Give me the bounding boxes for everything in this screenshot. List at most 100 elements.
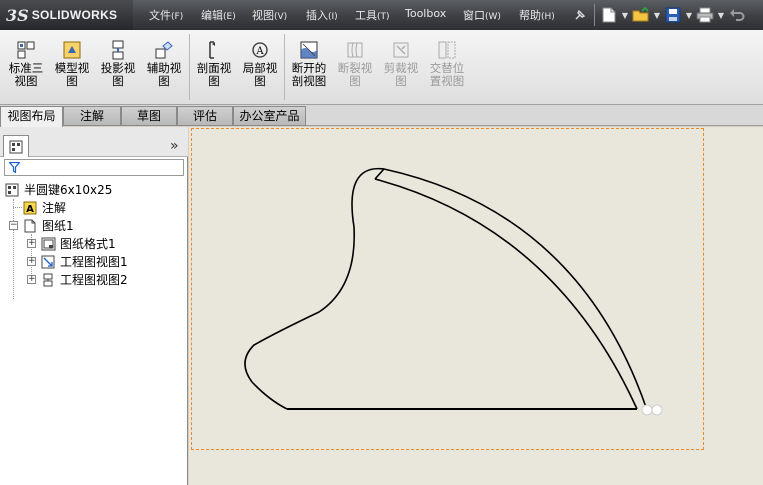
model-view-icon [63,41,81,59]
menu-toolbox[interactable]: Toolbox [405,7,446,20]
section-view-icon [209,41,215,59]
tree-item-sheet-format[interactable]: 图纸格式1 [40,235,116,252]
menu-accelerator: (F) [171,12,184,22]
menu-label: 插入 [306,9,328,22]
standard-3-view-icon [17,41,35,59]
button-label: 局部视 图 [242,61,278,88]
detail-view-icon: A [252,42,268,58]
toolbar-separator [189,34,190,100]
menu-label: 编辑 [201,9,223,22]
menu-label: Toolbox [405,7,447,20]
svg-text:A: A [255,46,264,57]
menu-edit[interactable]: 编辑(E) [201,7,236,23]
break-view-button[interactable]: 断裂视 图 [333,40,377,96]
chevron-down-icon[interactable]: ▼ [621,5,629,25]
svg-text:A: A [26,204,34,215]
title-menu-bar: 3S SOLIDWORKS 文件(F) 编辑(E) 视图(V) 插入(I) 工具… [0,0,763,30]
ds-logo-mark: 3S [6,5,29,25]
tree-item-drawing-view-2[interactable]: 工程图视图2 [40,271,128,288]
tab-annotation[interactable]: 注解 [63,106,121,126]
projected-view-button[interactable]: 投影视 图 [96,40,140,96]
feature-tree-icon [9,140,23,153]
tree-item-label: 图纸格式1 [60,237,116,251]
section-view-button[interactable]: 剖面视 图 [192,40,236,96]
expand-toggle[interactable]: + [27,275,36,284]
menu-insert[interactable]: 插入(I) [306,7,338,23]
toolbar-separator [594,4,595,26]
auxiliary-view-button[interactable]: 辅助视 图 [142,40,186,96]
toolbar-separator [284,34,285,100]
chevron-down-icon[interactable]: ▼ [653,5,661,25]
tab-evaluate[interactable]: 评估 [177,106,233,126]
broken-out-section-icon [300,41,318,59]
endpoint-handle[interactable] [651,404,663,416]
menu-label: 工具 [355,9,377,22]
menu-accelerator: (I) [328,12,338,22]
tree-item-label: 注解 [42,201,67,215]
drawing-view-icon [40,254,56,270]
sheet-icon [22,218,38,234]
save-icon[interactable] [663,5,683,25]
menu-help[interactable]: 帮助(H) [519,7,555,23]
menu-view[interactable]: 视图(V) [252,7,287,23]
print-icon[interactable] [695,5,715,25]
collapse-toggle[interactable]: − [9,221,18,230]
key-profile-drawing [244,167,663,416]
expand-panel-button[interactable]: » [170,138,179,154]
tree-item-label: 工程图视图2 [60,273,128,287]
tree-item-document[interactable]: 半圆键6x10x25 [4,181,112,198]
auxiliary-view-icon [155,41,173,59]
tree-item-label: 半圆键6x10x25 [24,183,113,197]
menu-tools[interactable]: 工具(T) [355,7,390,23]
tree-item-annotations[interactable]: A 注解 [22,199,66,216]
broken-out-section-button[interactable]: 断开的 剖视图 [287,40,331,96]
menu-accelerator: (W) [485,12,501,22]
tree-item-label: 图纸1 [42,219,74,233]
standard-3-view-button[interactable]: 标准三 视图 [4,40,48,96]
break-view-icon [347,42,363,58]
command-manager: 标准三 视图 模型视 图 投影视 图 辅助视 图 剖面视 图 A 局部视 图 断… [0,30,763,105]
pin-icon[interactable] [570,5,590,25]
model-view-button[interactable]: 模型视 图 [50,40,94,96]
annotations-icon: A [22,200,38,216]
menu-window[interactable]: 窗口(W) [463,7,501,23]
alternate-position-view-button[interactable]: 交替位 置视图 [425,40,469,96]
button-label: 剖面视 图 [196,61,232,88]
menu-label: 视图 [252,9,274,22]
undo-icon[interactable] [727,5,747,25]
tab-office-products[interactable]: 办公室产品 [233,106,306,126]
crop-view-button[interactable]: 剪裁视 图 [379,40,423,96]
button-label: 交替位 置视图 [429,61,465,88]
expand-toggle[interactable]: + [27,257,36,266]
new-document-icon[interactable] [599,5,619,25]
key-outline [244,167,648,411]
standard-toolbar: ▼ ▼ ▼ ▼ [570,3,747,27]
endpoint-handle[interactable] [641,404,653,416]
button-label: 投影视 图 [100,61,136,88]
chevron-down-icon[interactable]: ▼ [717,5,725,25]
menu-accelerator: (E) [223,12,236,22]
tree-line [13,207,22,208]
alternate-position-view-icon [438,41,456,59]
detail-view-button[interactable]: A 局部视 图 [238,40,282,96]
graphics-area[interactable] [189,127,763,485]
chevron-down-icon[interactable]: ▼ [685,5,693,25]
tree-filter-input[interactable] [4,159,184,176]
tab-sketch[interactable]: 草图 [121,106,177,126]
tab-view-layout[interactable]: 视图布局 [0,106,63,127]
open-folder-icon[interactable] [631,5,651,25]
menu-file[interactable]: 文件(F) [149,7,183,23]
menu-accelerator: (V) [274,12,288,22]
button-label: 断开的 剖视图 [291,61,327,88]
projected-view-icon [112,40,124,60]
expand-toggle[interactable]: + [27,239,36,248]
menu-label: 文件 [149,9,171,22]
solidworks-logo[interactable]: 3S SOLIDWORKS [0,0,133,30]
drawing-document-icon [4,182,20,198]
menu-label: 帮助 [519,9,541,22]
button-label: 模型视 图 [54,61,90,88]
feature-manager-tab[interactable] [3,135,29,157]
tree-item-drawing-view-1[interactable]: 工程图视图1 [40,253,128,270]
tree-item-sheet[interactable]: 图纸1 [22,217,74,234]
button-label: 断裂视 图 [337,61,373,88]
